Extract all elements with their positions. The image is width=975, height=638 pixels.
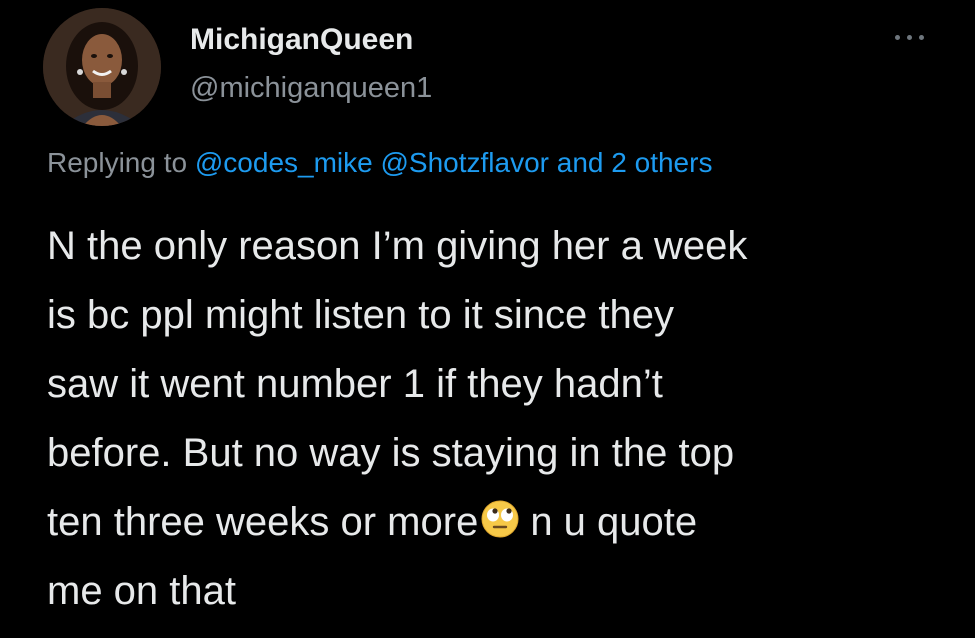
tweet-text: N the only reason I’m giving her a week … <box>47 212 947 626</box>
tweet-text-line: N the only reason I’m giving her a week <box>47 224 748 268</box>
mention-link-others[interactable]: and 2 others <box>557 147 713 178</box>
mention-link-codes-mike[interactable]: @codes_mike <box>195 147 373 178</box>
replying-to-line: Replying to @codes_mike @Shotzflavor and… <box>47 143 712 183</box>
tweet-text-line: before. But no way is staying in the top <box>47 431 735 475</box>
more-options-icon[interactable] <box>893 22 933 52</box>
tweet-text-line: me on that <box>47 569 237 613</box>
user-handle[interactable]: @michiganqueen1 <box>190 70 432 106</box>
replying-to-label: Replying to <box>47 147 188 178</box>
tweet-text-segment: ten three weeks or more <box>47 500 479 544</box>
avatar[interactable] <box>43 8 161 126</box>
tweet-text-line: ten three weeks or more n u quote <box>47 488 947 557</box>
tweet-text-line: saw it went number 1 if they hadn’t <box>47 362 663 406</box>
display-name[interactable]: MichiganQueen <box>190 22 413 58</box>
rolling-eyes-emoji-icon <box>480 492 520 538</box>
mention-link-shotzflavor[interactable]: @Shotzflavor <box>381 147 550 178</box>
tweet-text-line: is bc ppl might listen to it since they <box>47 293 674 337</box>
tweet-text-segment: n u quote <box>530 500 698 544</box>
tweet: MichiganQueen @michiganqueen1 Replying t… <box>0 0 975 638</box>
avatar-image <box>43 8 161 126</box>
